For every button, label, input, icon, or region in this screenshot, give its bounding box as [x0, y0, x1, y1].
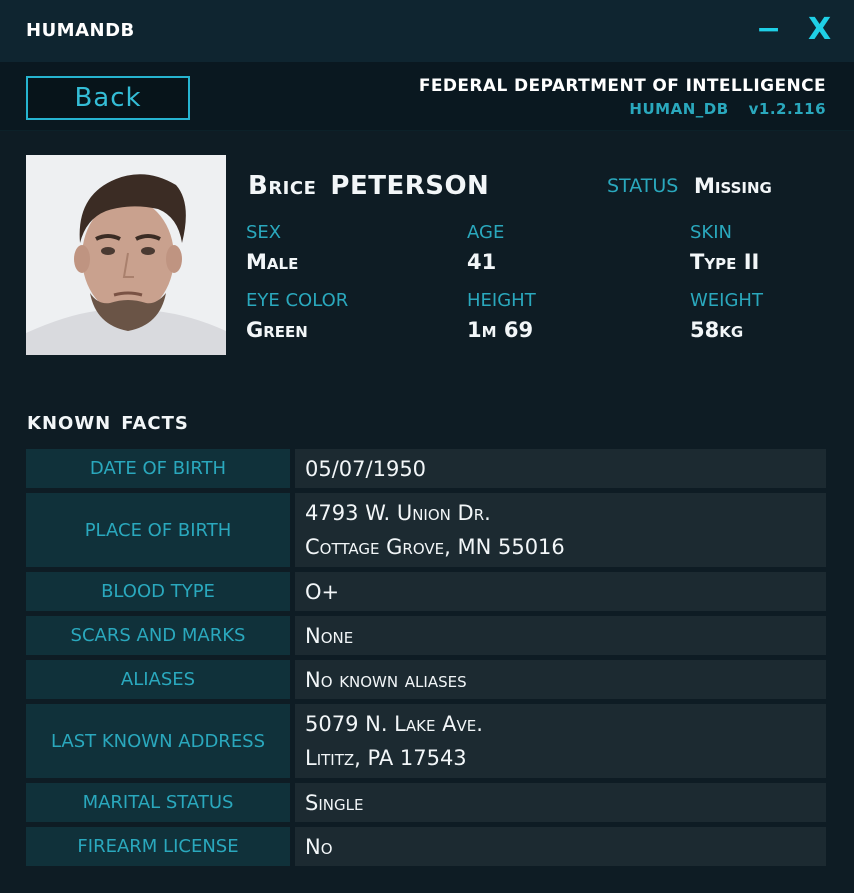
version-label: v1.2.116 — [748, 100, 826, 118]
weight-label: WEIGHT — [690, 290, 763, 311]
table-row: DATE OF BIRTH 05/07/1950 — [26, 449, 826, 488]
app-title: HUMANDB — [26, 20, 135, 41]
eye-color-label: EYE COLOR — [246, 290, 349, 311]
eye-color-value: Green — [246, 318, 308, 342]
fact-value-line: 5079 N. Lake Ave. — [305, 712, 483, 736]
sex-value: Male — [246, 250, 299, 274]
skin-value: Type II — [690, 250, 760, 274]
fact-value: None — [295, 616, 826, 655]
first-name: Brice — [248, 171, 317, 201]
status-value: Missing — [694, 174, 772, 198]
fact-label: LAST KNOWN ADDRESS — [26, 704, 290, 778]
height-value: 1m 69 — [467, 318, 534, 342]
status-label: STATUS — [607, 175, 679, 197]
organization-title: FEDERAL DEPARTMENT OF INTELLIGENCE — [418, 76, 826, 96]
fact-value-line: Lititz, PA 17543 — [305, 746, 467, 770]
fact-label: ALIASES — [26, 660, 290, 699]
fact-value: 05/07/1950 — [295, 449, 826, 488]
fact-value: Single — [295, 783, 826, 822]
table-row: FIREARM LICENSE No — [26, 827, 826, 866]
fact-label: PLACE OF BIRTH — [26, 493, 290, 567]
profile-photo — [26, 155, 226, 355]
fact-value-line: 4793 W. Union Dr. — [305, 501, 491, 525]
skin-label: SKIN — [690, 222, 733, 243]
back-button[interactable]: Back — [26, 76, 190, 120]
table-row: LAST KNOWN ADDRESS 5079 N. Lake Ave. Lit… — [26, 704, 826, 778]
table-row: MARITAL STATUS Single — [26, 783, 826, 822]
fact-value-line: None — [305, 623, 354, 648]
fact-value: O+ — [295, 572, 826, 611]
profile-panel: Brice PETERSON STATUS Missing SEX Male AG… — [0, 131, 854, 893]
table-row: SCARS AND MARKS None — [26, 616, 826, 655]
table-row: PLACE OF BIRTH 4793 W. Union Dr. Cottage… — [26, 493, 826, 567]
fact-value: 5079 N. Lake Ave. Lititz, PA 17543 — [295, 704, 826, 778]
table-row: BLOOD TYPE O+ — [26, 572, 826, 611]
db-version-line: HUMAN_DB v1.2.116 — [629, 100, 826, 118]
fact-value-line: No — [305, 834, 333, 859]
known-facts-heading: KNOWN FACTS — [27, 413, 189, 434]
height-label: HEIGHT — [467, 290, 536, 311]
person-name: Brice PETERSON — [248, 171, 489, 201]
close-button[interactable]: X — [808, 12, 831, 48]
fact-value-line: Single — [305, 790, 364, 815]
title-bar: HUMANDB − X — [0, 0, 854, 62]
fact-label: BLOOD TYPE — [26, 572, 290, 611]
fact-value: No — [295, 827, 826, 866]
heading-word-2: FACTS — [121, 413, 189, 434]
sex-label: SEX — [246, 222, 282, 243]
fact-value: 4793 W. Union Dr. Cottage Grove, MN 5501… — [295, 493, 826, 567]
fact-label: MARITAL STATUS — [26, 783, 290, 822]
header-bar: Back FEDERAL DEPARTMENT OF INTELLIGENCE … — [0, 62, 854, 131]
fact-value-line: 05/07/1950 — [305, 456, 427, 481]
age-label: AGE — [467, 222, 505, 243]
last-name: PETERSON — [330, 171, 490, 201]
fact-value: No known aliases — [295, 660, 826, 699]
fact-value-line: No known aliases — [305, 667, 467, 692]
facts-table: DATE OF BIRTH 05/07/1950 PLACE OF BIRTH … — [26, 449, 826, 871]
heading-word-1: KNOWN — [27, 413, 112, 434]
fact-value-line: Cottage Grove, MN 55016 — [305, 535, 565, 559]
minimize-button[interactable]: − — [756, 12, 781, 48]
weight-value: 58kg — [690, 318, 744, 342]
fact-label: SCARS AND MARKS — [26, 616, 290, 655]
fact-label: DATE OF BIRTH — [26, 449, 290, 488]
table-row: ALIASES No known aliases — [26, 660, 826, 699]
fact-value-line: O+ — [305, 579, 340, 604]
fact-label: FIREARM LICENSE — [26, 827, 290, 866]
db-name: HUMAN_DB — [629, 100, 729, 118]
age-value: 41 — [467, 250, 497, 274]
